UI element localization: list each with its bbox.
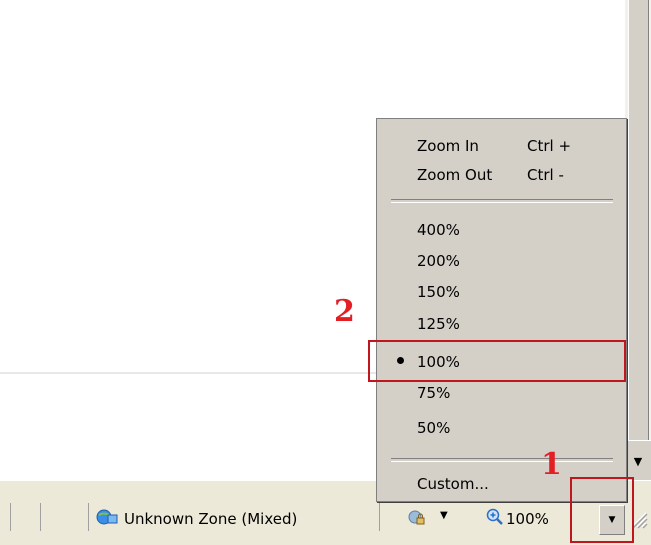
menu-item-label: 75% [417, 384, 451, 402]
menu-item-zoom-150[interactable]: 150% [377, 277, 626, 307]
menu-item-label: 50% [417, 419, 451, 437]
menu-item-label: Custom... [417, 475, 489, 493]
vertical-scrollbar[interactable]: ▼ [625, 0, 651, 481]
menu-item-label: 150% [417, 283, 460, 301]
menu-item-label: 400% [417, 221, 460, 239]
magnifier-plus-icon[interactable] [486, 508, 504, 526]
menu-item-label: Zoom Out [417, 166, 493, 184]
scroll-down-arrow-icon[interactable]: ▼ [625, 440, 651, 481]
security-zone-label: Unknown Zone (Mixed) [124, 510, 298, 528]
annotation-highlight-zoom-button [570, 477, 634, 543]
annotation-number-2: 2 [334, 294, 355, 329]
menu-separator [391, 199, 613, 203]
status-cell-empty [10, 503, 41, 531]
menu-item-label: 125% [417, 315, 460, 333]
menu-item-zoom-400[interactable]: 400% [377, 215, 626, 245]
menu-item-shortcut: Ctrl + [527, 137, 572, 155]
menu-item-zoom-200[interactable]: 200% [377, 246, 626, 276]
menu-item-zoom-125[interactable]: 125% [377, 309, 626, 339]
menu-separator [391, 458, 613, 462]
menu-item-zoom-in[interactable]: Zoom In Ctrl + [377, 131, 626, 161]
menu-item-shortcut: Ctrl - [527, 166, 564, 184]
menu-item-zoom-75[interactable]: 75% [377, 378, 626, 408]
menu-item-zoom-out[interactable]: Zoom Out Ctrl - [377, 160, 626, 190]
lock-icon[interactable] [408, 509, 426, 527]
globe-network-icon [96, 509, 118, 525]
status-cell-progress [40, 503, 89, 531]
chevron-down-icon[interactable]: ▼ [440, 510, 448, 521]
scrollbar-thumb[interactable] [628, 0, 649, 440]
annotation-number-1: 1 [541, 447, 562, 482]
zoom-level-label[interactable]: 100% [506, 510, 549, 528]
menu-item-label: Zoom In [417, 137, 479, 155]
menu-item-label: 200% [417, 252, 460, 270]
annotation-highlight-100 [368, 340, 626, 382]
zoom-menu: Zoom In Ctrl + Zoom Out Ctrl - 400% 200%… [376, 118, 627, 502]
menu-item-zoom-50[interactable]: 50% [377, 413, 626, 443]
